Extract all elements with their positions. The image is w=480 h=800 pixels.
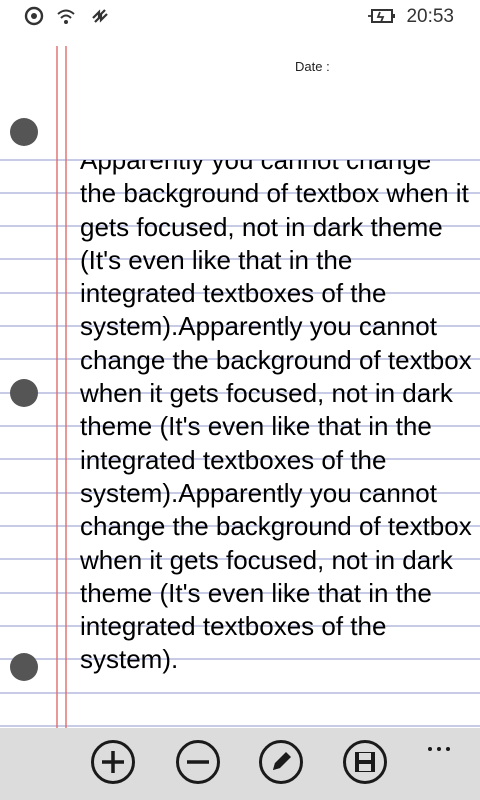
add-button[interactable] [91,740,135,784]
note-textbox[interactable]: Apparently you cannot change the backgro… [0,160,480,728]
add-icon [102,751,124,773]
punch-hole [10,118,38,146]
remove-icon [187,760,209,764]
save-icon [355,752,375,772]
status-time: 20:53 [406,6,454,27]
battery-charging-icon [368,9,395,23]
remove-button[interactable] [176,740,220,784]
note-text[interactable]: Apparently you cannot change the backgro… [80,160,472,677]
edit-button[interactable] [259,740,303,784]
status-bar: 20:53 [0,0,480,32]
sync-icon [24,6,44,26]
app-bar [0,728,480,800]
notebook-page[interactable]: Date : Apparently you cannot change the … [0,32,480,728]
save-button[interactable] [343,740,387,784]
data-icon [92,9,108,23]
punch-hole [10,379,38,407]
punch-hole [10,653,38,681]
date-label: Date : [295,59,330,74]
edit-icon [273,752,291,770]
wifi-icon [57,9,75,24]
more-dots-icon[interactable] [428,738,456,751]
